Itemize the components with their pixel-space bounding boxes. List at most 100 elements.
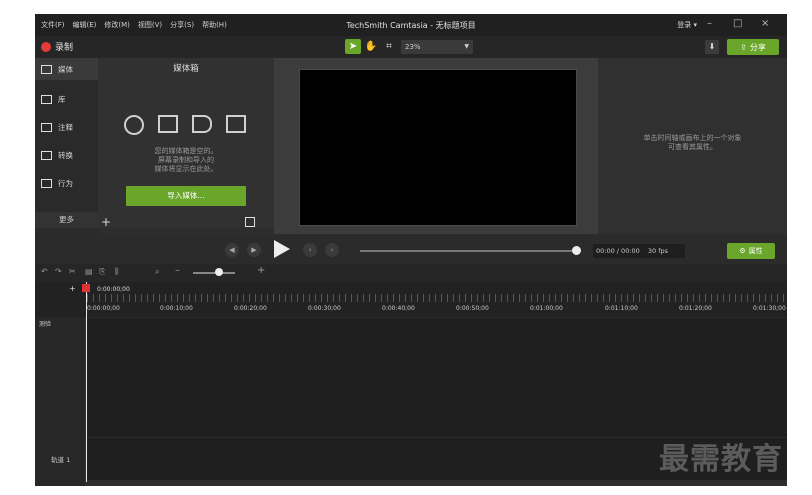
properties-button[interactable]: ⚙ 属性	[727, 243, 775, 259]
timeline-ruler[interactable]: + 0:00:00;00 0:00:00;00 0:00:10;00 0:00:…	[35, 282, 787, 317]
ruler-label: 0:00:20;00	[234, 305, 267, 312]
film-icon	[158, 115, 178, 133]
playback-bar: ◀ ▶ ‹ › 00:00 / 00:00 30 fps ⚙ 属性	[35, 234, 787, 264]
step-forward-icon: ▶	[251, 246, 257, 254]
fps-value: 30 fps	[647, 247, 669, 255]
properties-panel: 单击时间轴或画布上的一个对象 可查看其属性。	[598, 58, 787, 234]
close-button[interactable]: ×	[761, 18, 769, 29]
share-icon: ⇪	[740, 42, 747, 52]
behavior-icon	[41, 179, 52, 188]
time-readout: 00:00 / 00:00 30 fps	[593, 244, 685, 258]
undo-icon[interactable]: ↶	[41, 267, 48, 276]
step-back-button[interactable]: ◀	[225, 243, 239, 257]
record-icon	[41, 41, 51, 52]
download-icon: ⬇	[708, 42, 716, 51]
time-value: 00:00 / 00:00	[596, 247, 640, 255]
watermark-text: 最需教育	[659, 442, 783, 477]
share-button[interactable]: ⇪ 分享	[727, 39, 779, 55]
play-button[interactable]	[274, 240, 290, 258]
copy-icon[interactable]: ▤	[85, 267, 93, 276]
ruler-label: 0:01:10;00	[605, 305, 638, 312]
window-title: TechSmith Camtasia - 无标题项目	[346, 21, 476, 30]
image-icon	[226, 115, 246, 133]
main-toolbar: 录制 ➤ ✋ ⌗ 23% ▼ ⬇ ⇪ 分享	[35, 36, 787, 58]
playhead-handle[interactable]	[82, 284, 90, 292]
record-media-icon	[124, 115, 144, 135]
select-tool-button[interactable]: ➤	[345, 39, 361, 54]
sidebar-item-library[interactable]: 库	[41, 94, 66, 105]
playhead-line[interactable]	[86, 282, 87, 482]
import-media-button[interactable]: 导入媒体...	[126, 186, 246, 206]
cut-icon[interactable]: ✂	[69, 267, 76, 276]
ruler-label: 0:01:20;00	[679, 305, 712, 312]
chevron-down-icon: ▼	[464, 43, 469, 50]
grid-view-icon[interactable]	[245, 217, 255, 227]
cursor-icon: ➤	[348, 41, 358, 52]
previous-button[interactable]: ‹	[303, 243, 317, 257]
empty-bin-line-3: 媒体将显示在此处。	[154, 165, 218, 173]
empty-bin-line-2: 屏幕录制和导入的	[158, 156, 214, 164]
add-icon[interactable]: +	[101, 215, 111, 229]
preview-canvas[interactable]	[299, 69, 577, 226]
more-button[interactable]: 更多	[35, 212, 98, 228]
paste-icon[interactable]: ⎘	[99, 267, 105, 277]
properties-hint-line-2: 可查看其属性。	[668, 143, 717, 151]
empty-bin-line-1: 您的媒体箱是空的。	[154, 147, 218, 155]
transition-icon	[41, 151, 52, 160]
zoom-value: 23%	[405, 43, 421, 51]
library-icon	[41, 95, 52, 104]
login-menu[interactable]: 登录 ▾	[677, 20, 697, 30]
chevron-right-icon: ›	[330, 246, 334, 254]
chevron-left-icon: ‹	[308, 246, 312, 254]
ruler-label: 0:00:50;00	[456, 305, 489, 312]
step-back-icon: ◀	[229, 246, 235, 254]
canvas-area	[274, 58, 598, 234]
search-icon[interactable]: ⌕	[155, 267, 159, 277]
timeline-toolbar: ↶ ↷ ✂ ▤ ⎘ ⫼ ⌕ – +	[35, 264, 787, 282]
properties-hint-line-1: 单击时间轴或画布上的一个对象	[643, 134, 742, 142]
sidebar-item-label: 库	[58, 95, 66, 104]
download-button[interactable]: ⬇	[705, 40, 719, 54]
zoom-in-icon[interactable]: +	[257, 265, 265, 276]
sidebar-item-media[interactable]: 媒体	[35, 58, 98, 80]
scrub-handle[interactable]	[572, 246, 581, 255]
scrub-track[interactable]	[360, 250, 578, 252]
minimize-button[interactable]: –	[707, 18, 712, 29]
media-type-icons	[124, 115, 246, 135]
record-button[interactable]: 录制	[41, 40, 73, 53]
timeline-scrollbar[interactable]	[86, 480, 787, 486]
ruler-label: 0:01:30;00	[753, 305, 786, 312]
ruler-label: 0:00:10;00	[160, 305, 193, 312]
playhead-time: 0:00:00;00	[97, 286, 130, 293]
zoom-select[interactable]: 23% ▼	[401, 40, 473, 54]
properties-button-label: 属性	[748, 247, 763, 255]
sidebar-item-label: 注释	[58, 123, 73, 132]
sidebar-item-annotations[interactable]: 注释	[41, 122, 73, 133]
gear-icon: ⚙	[739, 247, 746, 255]
step-forward-button[interactable]: ▶	[247, 243, 261, 257]
title-bar: 文件(F) 编辑(E) 修改(M) 视图(V) 分享(S) 帮助(H) Tech…	[35, 14, 787, 36]
sidebar-item-transitions[interactable]: 转换	[41, 150, 73, 161]
ruler-ticks	[87, 294, 787, 302]
maximize-button[interactable]: □	[733, 18, 742, 29]
camtasia-window: 文件(F) 编辑(E) 修改(M) 视图(V) 分享(S) 帮助(H) Tech…	[35, 14, 787, 486]
redo-icon[interactable]: ↷	[55, 267, 62, 276]
media-icon	[41, 64, 52, 74]
crop-icon: ⌗	[386, 41, 392, 52]
timeline-zoom-slider[interactable]	[193, 272, 235, 274]
track-name[interactable]: 轨道 1	[51, 454, 70, 464]
next-button[interactable]: ›	[325, 243, 339, 257]
ruler-label: 0:00:00;00	[87, 305, 120, 312]
pan-tool-button[interactable]: ✋	[363, 39, 379, 54]
ruler-label: 0:00:30;00	[308, 305, 341, 312]
zoom-out-icon[interactable]: –	[175, 265, 180, 276]
ruler-label: 0:00:40;00	[382, 305, 415, 312]
quiz-marker-label[interactable]: 测验	[39, 319, 51, 328]
annotation-icon	[41, 123, 52, 132]
hand-icon: ✋	[364, 41, 378, 52]
add-track-icon[interactable]: +	[69, 284, 76, 293]
split-icon[interactable]: ⫼	[115, 267, 119, 277]
crop-tool-button[interactable]: ⌗	[381, 39, 397, 54]
sidebar-item-behaviors[interactable]: 行为	[41, 178, 73, 189]
timeline-zoom-handle[interactable]	[215, 268, 223, 276]
